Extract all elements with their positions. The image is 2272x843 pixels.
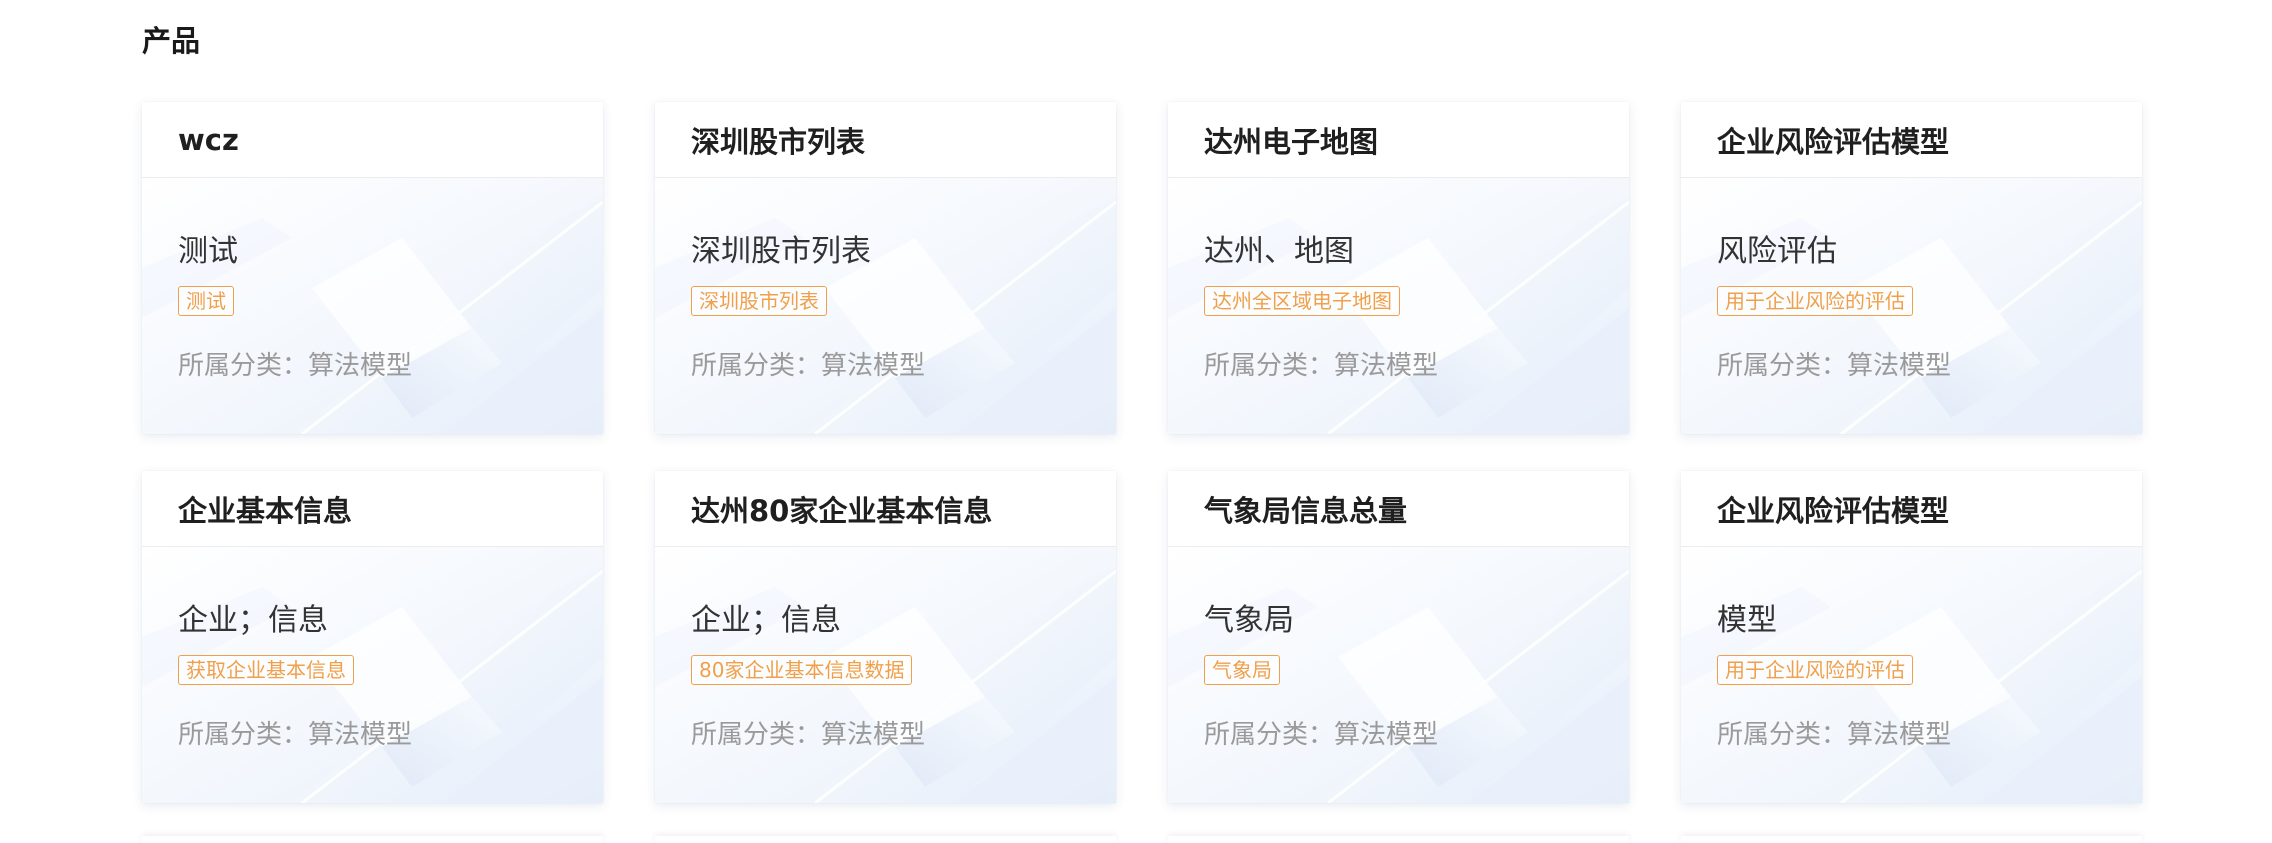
card-category: 所属分类：算法模型 [691,348,925,384]
card-tag-badge: 80家企业基本信息数据 [691,655,913,685]
card-category: 所属分类：算法模型 [1717,717,1951,753]
category-label: 所属分类： [691,351,822,381]
card-header: 深圳股市列表 [655,102,1116,178]
card-title: 达州80家企业基本信息 [691,493,993,528]
card-tag-badge: 达州全区域电子地图 [1204,286,1400,316]
card-title: 达州电子地图 [1204,124,1379,159]
product-card[interactable]: 企业风险评估模型 风险评估 用于企业风险的评估 所属分类：算法模型 [1681,102,2142,434]
card-title: 深圳股市列表 [691,124,866,159]
card-tag-badge: 气象局 [1204,655,1280,685]
card-description: 风险评估 [1717,234,1837,269]
card-title: 企业风险评估模型 [1717,124,1950,159]
card-peek [1681,836,2142,843]
card-tag-badge: 测试 [178,286,234,316]
card-description: 企业；信息 [691,603,841,638]
category-value: 算法模型 [308,351,413,381]
card-header: 气象局信息总量 [1168,471,1629,547]
category-value: 算法模型 [1334,720,1439,750]
card-peek [655,836,1116,843]
card-tag-badge: 获取企业基本信息 [178,655,354,685]
category-value: 算法模型 [1847,720,1952,750]
card-peek [1168,836,1629,843]
card-title: 企业基本信息 [178,493,353,528]
category-value: 算法模型 [1847,351,1952,381]
card-category: 所属分类：算法模型 [1204,348,1438,384]
next-row-peek [142,836,2142,843]
card-description: 模型 [1717,603,1777,638]
card-header: 企业风险评估模型 [1681,471,2142,547]
card-header: 企业基本信息 [142,471,603,547]
category-label: 所属分类： [691,720,822,750]
product-card[interactable]: 达州80家企业基本信息 企业；信息 80家企业基本信息数据 所属分类：算法模型 [655,471,1116,803]
card-description: 达州、地图 [1204,234,1354,269]
card-header: 达州电子地图 [1168,102,1629,178]
category-label: 所属分类： [1204,720,1335,750]
category-label: 所属分类： [178,720,309,750]
category-label: 所属分类： [178,351,309,381]
product-card[interactable]: wcz 测试 测试 所属分类：算法模型 [142,102,603,434]
section-title: 产品 [142,24,201,58]
card-category: 所属分类：算法模型 [178,717,412,753]
category-label: 所属分类： [1204,351,1335,381]
product-card[interactable]: 企业基本信息 企业；信息 获取企业基本信息 所属分类：算法模型 [142,471,603,803]
category-value: 算法模型 [1334,351,1439,381]
category-label: 所属分类： [1717,720,1848,750]
card-tag-badge: 用于企业风险的评估 [1717,286,1913,316]
card-header: wcz [142,102,603,178]
card-description: 深圳股市列表 [691,234,871,269]
card-category: 所属分类：算法模型 [1204,717,1438,753]
category-value: 算法模型 [821,720,926,750]
card-header: 企业风险评估模型 [1681,102,2142,178]
product-card[interactable]: 气象局信息总量 气象局 气象局 所属分类：算法模型 [1168,471,1629,803]
card-title: 气象局信息总量 [1204,493,1408,528]
product-card[interactable]: 企业风险评估模型 模型 用于企业风险的评估 所属分类：算法模型 [1681,471,2142,803]
product-card[interactable]: 深圳股市列表 深圳股市列表 深圳股市列表 所属分类：算法模型 [655,102,1116,434]
card-title: wcz [178,122,239,157]
card-tag-badge: 用于企业风险的评估 [1717,655,1913,685]
card-description: 测试 [178,234,238,269]
card-peek [142,836,603,843]
card-header: 达州80家企业基本信息 [655,471,1116,547]
card-category: 所属分类：算法模型 [178,348,412,384]
card-category: 所属分类：算法模型 [691,717,925,753]
card-description: 气象局 [1204,603,1294,638]
card-description: 企业；信息 [178,603,328,638]
product-grid: wcz 测试 测试 所属分类：算法模型 深圳股市列表 深圳股市列表 深圳股市列表… [142,102,2142,803]
product-page: 产品 wcz 测试 测试 所属分类：算法模型 深圳股市列表 深圳股市列表 深圳股… [0,0,2272,843]
category-label: 所属分类： [1717,351,1848,381]
card-title: 企业风险评估模型 [1717,493,1950,528]
card-tag-badge: 深圳股市列表 [691,286,827,316]
product-card[interactable]: 达州电子地图 达州、地图 达州全区域电子地图 所属分类：算法模型 [1168,102,1629,434]
category-value: 算法模型 [821,351,926,381]
category-value: 算法模型 [308,720,413,750]
card-category: 所属分类：算法模型 [1717,348,1951,384]
